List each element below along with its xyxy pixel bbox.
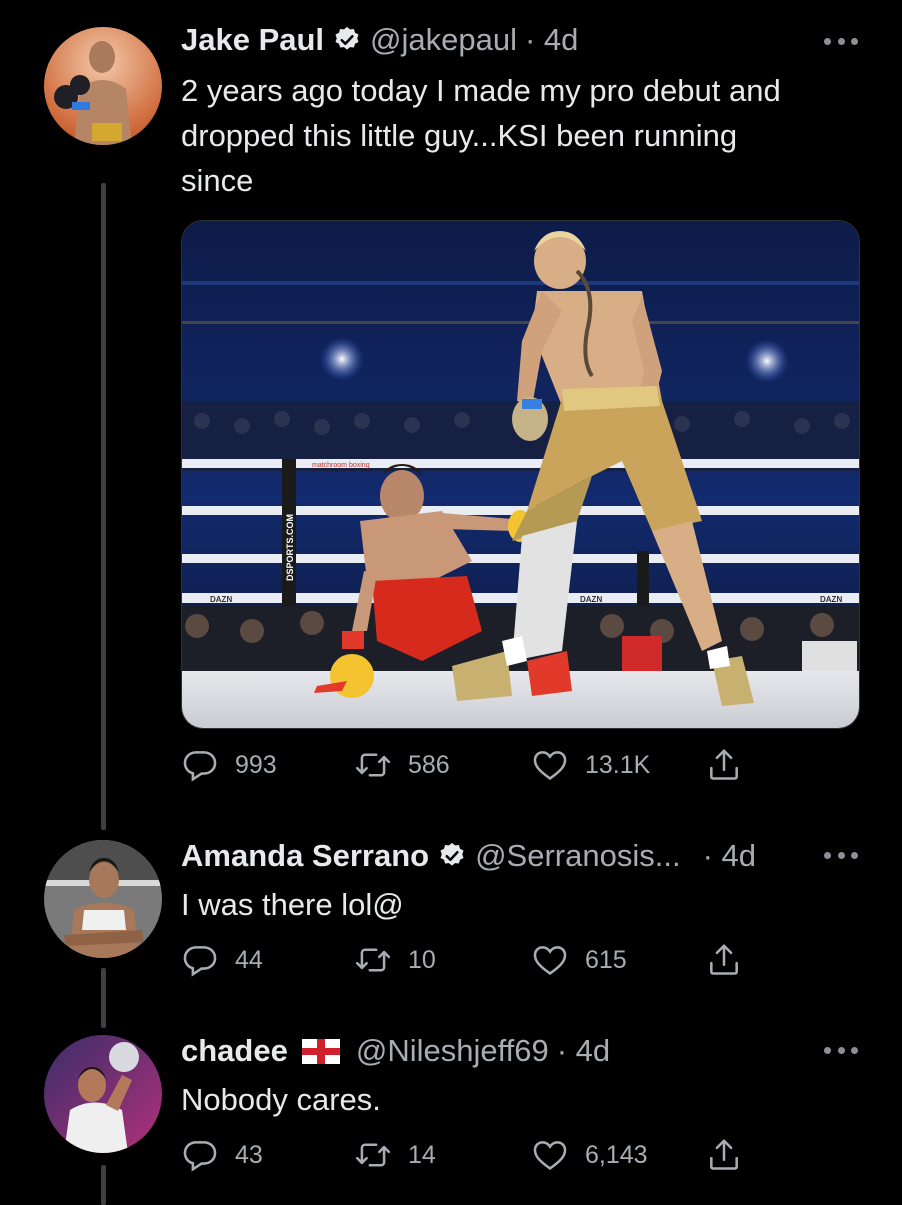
more-icon[interactable] [824,852,858,862]
reply-icon [181,1136,219,1174]
corner-post-text: DSPORTS.COM [285,514,295,581]
rope-text: matchroom boxing [312,462,370,469]
avatar[interactable] [44,1035,162,1153]
share-button[interactable] [705,941,759,979]
tweet-actions: 993 586 13.1K [181,746,761,786]
rope-text: DAZN [210,595,232,604]
share-icon [705,1136,743,1174]
reply-button[interactable]: 44 [181,941,263,979]
share-icon [705,941,743,979]
england-flag-icon [301,1038,340,1064]
tweet-text: 2 years ago today I made my pro debut an… [181,68,871,203]
reply-count: 43 [235,1140,263,1169]
retweet-count: 10 [408,945,436,974]
retweet-button[interactable]: 10 [354,941,436,979]
rope-text: DAZN [580,595,602,604]
retweet-icon [354,746,392,784]
retweet-count: 586 [408,750,450,779]
share-button[interactable] [705,1136,759,1174]
like-icon [531,1136,569,1174]
tweet-header: chadee @Nileshjeff69 · 4d [181,1033,610,1069]
display-name[interactable]: Amanda Serrano [181,838,429,874]
reply-count: 993 [235,750,277,779]
display-name[interactable]: chadee [181,1033,288,1069]
retweet-count: 14 [408,1140,436,1169]
share-button[interactable] [705,746,759,784]
reply-icon [181,941,219,979]
tweet-text-line: 2 years ago today I made my pro debut an… [181,73,781,108]
retweet-icon [354,1136,392,1174]
tweet-text: I was there lol@ [181,887,404,922]
handle[interactable]: @jakepaul [370,22,517,58]
tweet-actions: 44 10 615 [181,941,761,981]
tweet-jake-paul[interactable]: Jake Paul @jakepaul · 4d 2 years ago tod… [0,0,902,800]
handle[interactable]: @Nileshjeff69 [356,1033,549,1069]
like-count: 615 [585,945,627,974]
tweet-text: Nobody cares. [181,1082,381,1117]
display-name[interactable]: Jake Paul [181,22,324,58]
tweet-text-line: dropped this little guy...KSI been runni… [181,118,738,153]
tweet-text-line: since [181,163,254,198]
like-icon [531,746,569,784]
rope-text: DAZN [820,595,842,604]
more-icon[interactable] [824,1047,858,1057]
like-icon [531,941,569,979]
retweet-button[interactable]: 14 [354,1136,436,1174]
share-icon [705,746,743,784]
like-button[interactable]: 615 [531,941,627,979]
reply-icon [181,746,219,784]
tweet-amanda-serrano[interactable]: Amanda Serrano @Serranosis... · 4d I was… [0,820,902,1010]
tweet-header: Amanda Serrano @Serranosis... · 4d [181,838,756,874]
reply-button[interactable]: 993 [181,746,277,784]
reply-count: 44 [235,945,263,974]
like-button[interactable]: 13.1K [531,746,650,784]
tweet-chadee[interactable]: chadee @Nileshjeff69 · 4d Nobody cares. … [0,1018,902,1200]
verified-icon [437,841,467,871]
tweet-photo[interactable]: matchroom boxing DAZN DAZN DAZN DSPORTS.… [181,220,860,729]
more-icon[interactable] [824,38,858,48]
timestamp[interactable]: · 4d [703,838,756,874]
tweet-header: Jake Paul @jakepaul · 4d [181,22,578,58]
like-count: 6,143 [585,1140,648,1169]
avatar[interactable] [44,27,162,145]
tweet-actions: 43 14 6,143 [181,1136,761,1176]
retweet-button[interactable]: 586 [354,746,450,784]
timestamp[interactable]: · 4d [557,1033,610,1069]
like-count: 13.1K [585,750,651,779]
avatar[interactable] [44,840,162,958]
handle[interactable]: @Serranosis... [475,838,680,874]
reply-button[interactable]: 43 [181,1136,263,1174]
retweet-icon [354,941,392,979]
like-button[interactable]: 6,143 [531,1136,648,1174]
timestamp[interactable]: · 4d [525,22,578,58]
verified-icon [332,25,362,55]
